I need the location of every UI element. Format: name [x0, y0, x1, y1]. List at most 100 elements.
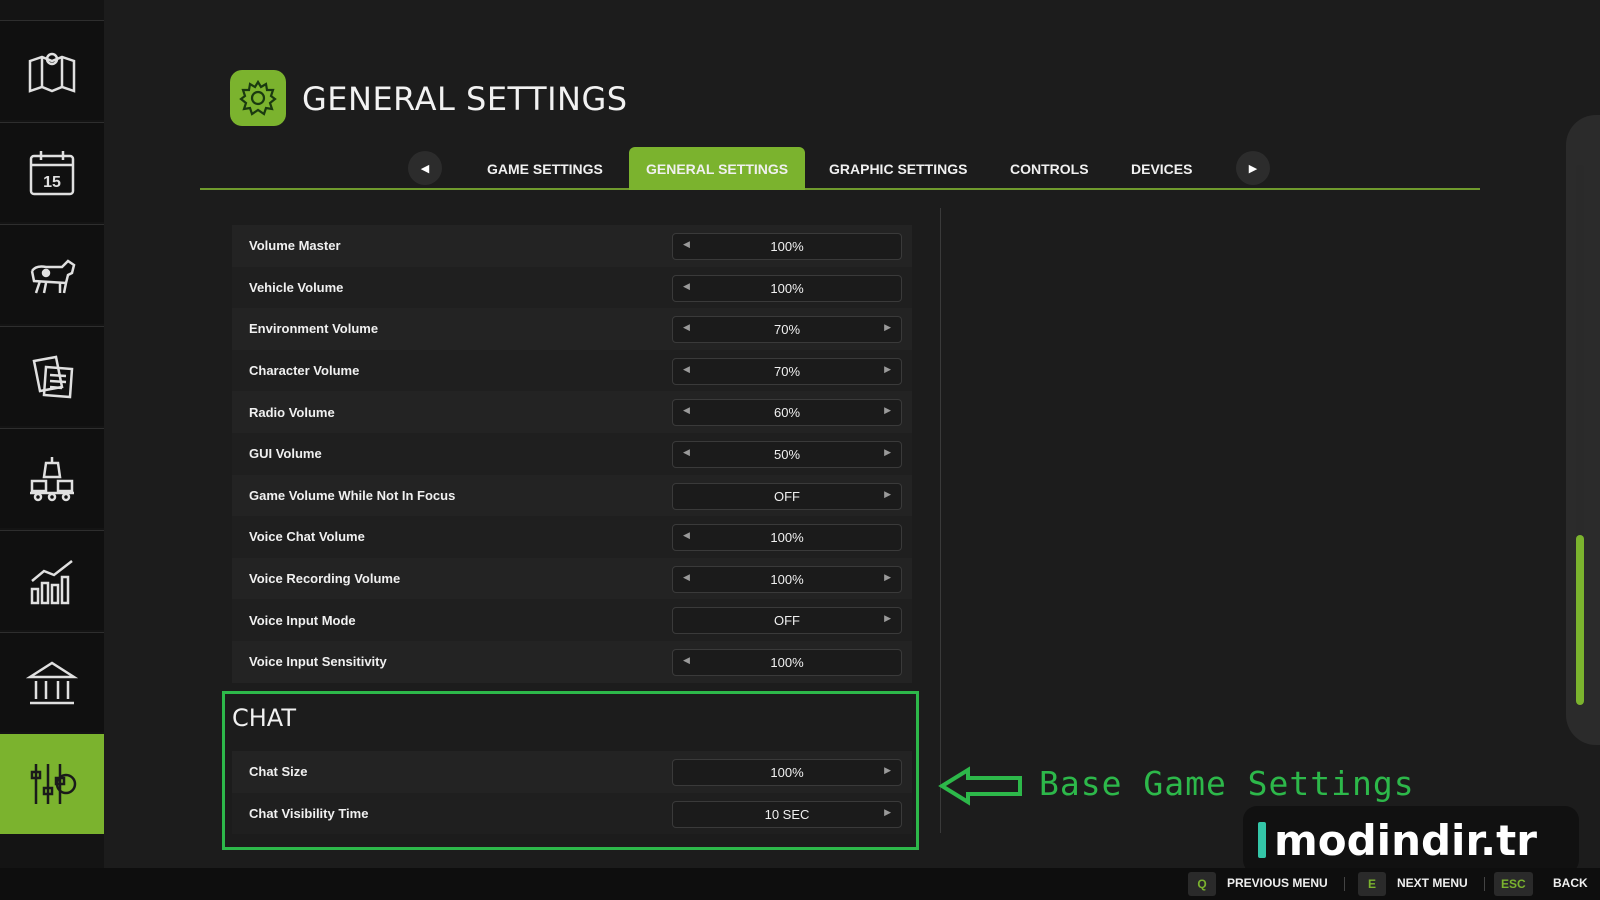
sidebar-item-statistics[interactable] [0, 530, 104, 630]
setting-label: Game Volume While Not In Focus [249, 487, 456, 503]
tab-controls[interactable]: CONTROLS [993, 148, 1106, 190]
contracts-icon [32, 355, 74, 398]
sidebar-item-map[interactable] [0, 20, 104, 120]
svg-text:15: 15 [43, 174, 61, 191]
arrow-left-icon[interactable]: ◀ [683, 239, 690, 250]
statistics-icon [30, 559, 73, 604]
watermark-text: modindir.tr [1274, 815, 1537, 865]
setting-selector[interactable]: OFF ▶ [672, 607, 902, 635]
setting-label: Vehicle Volume [249, 279, 344, 295]
setting-value: 60% [773, 405, 801, 421]
setting-value: 100% [770, 571, 804, 587]
key-hint-q: Q [1188, 872, 1216, 896]
arrow-right-icon[interactable]: ▶ [884, 364, 891, 375]
annotation-highlight-box [222, 691, 919, 850]
setting-selector[interactable]: ◀ 60% ▶ [672, 399, 902, 427]
setting-label: Voice Recording Volume [249, 571, 401, 587]
back-button[interactable]: BACK [1553, 876, 1588, 890]
tab-devices[interactable]: DEVICES [1114, 148, 1209, 190]
setting-row: Volume Master ◀ 100% [232, 225, 912, 267]
arrow-left-icon[interactable]: ◀ [683, 530, 690, 541]
setting-selector[interactable]: ◀ 50% ▶ [672, 440, 902, 468]
setting-label: GUI Volume [249, 446, 322, 462]
annotation-arrow-icon [938, 766, 1022, 806]
setting-selector[interactable]: ◀ 70% ▶ [672, 357, 902, 385]
triangle-left-icon: ◀ [420, 162, 430, 175]
tab-graphic-settings[interactable]: GRAPHIC SETTINGS [812, 148, 984, 190]
arrow-left-icon[interactable]: ◀ [683, 655, 690, 666]
setting-value: 50% [773, 446, 801, 462]
setting-selector[interactable]: ◀ 70% ▶ [672, 316, 902, 344]
tab-game-settings[interactable]: GAME SETTINGS [470, 148, 620, 190]
setting-selector[interactable]: OFF ▶ [672, 482, 902, 510]
page-title: GENERAL SETTINGS [302, 80, 628, 118]
setting-row: Radio Volume ◀ 60% ▶ [232, 391, 912, 433]
tab-next-button[interactable]: ▶ [1236, 151, 1270, 185]
header-gear-badge [230, 70, 286, 126]
setting-label: Voice Chat Volume [249, 529, 365, 545]
arrow-left-icon[interactable]: ◀ [683, 447, 690, 458]
sidebar-item-production[interactable] [0, 428, 104, 528]
setting-label: Radio Volume [249, 404, 335, 420]
sidebar-item-calendar[interactable]: 15 [0, 122, 104, 222]
key-hint-e: E [1358, 872, 1386, 896]
watermark: modindir.tr [1243, 806, 1579, 874]
arrow-left-icon[interactable]: ◀ [683, 364, 690, 375]
sidebar: 15 [0, 0, 111, 868]
arrow-left-icon[interactable]: ◀ [683, 572, 690, 583]
setting-row: Vehicle Volume ◀ 100% [232, 266, 912, 309]
previous-menu-button[interactable]: PREVIOUS MENU [1227, 876, 1328, 890]
setting-value: OFF [774, 488, 800, 504]
scrollbar-thumb[interactable] [1576, 535, 1584, 705]
arrow-left-icon[interactable]: ◀ [683, 322, 690, 333]
setting-value: 70% [773, 363, 801, 379]
arrow-left-icon[interactable]: ◀ [683, 405, 690, 416]
sidebar-item-finance[interactable] [0, 632, 104, 732]
setting-value: 100% [770, 530, 804, 546]
footer-bar: Q PREVIOUS MENU E NEXT MENU ESC BACK [0, 868, 1600, 900]
scrollbar[interactable] [1576, 165, 1584, 705]
setting-value: 100% [770, 280, 804, 296]
arrow-right-icon[interactable]: ▶ [884, 447, 891, 458]
tab-general-settings[interactable]: GENERAL SETTINGS [629, 147, 806, 190]
arrow-left-icon[interactable]: ◀ [683, 281, 690, 292]
gear-icon [239, 79, 277, 116]
map-icon [28, 52, 76, 93]
setting-label: Environment Volume [249, 321, 379, 337]
sidebar-item-settings[interactable] [0, 734, 111, 834]
arrow-right-icon[interactable]: ▶ [884, 322, 891, 333]
setting-selector[interactable]: ◀ 100% [672, 233, 902, 260]
setting-label: Voice Input Sensitivity [249, 654, 387, 670]
cow-icon [30, 258, 76, 293]
setting-row: Voice Recording Volume ◀ 100% ▶ [232, 557, 912, 600]
setting-value: 70% [773, 322, 801, 338]
arrow-right-icon[interactable]: ▶ [884, 405, 891, 416]
arrow-right-icon[interactable]: ▶ [884, 572, 891, 583]
production-icon [30, 456, 74, 501]
triangle-right-icon: ▶ [1248, 162, 1258, 175]
footer-separator [1344, 877, 1345, 891]
footer-separator [1484, 877, 1485, 891]
tab-prev-button[interactable]: ◀ [408, 151, 442, 185]
calendar-icon: 15 [29, 150, 75, 195]
setting-value: 100% [770, 654, 804, 670]
arrow-right-icon[interactable]: ▶ [884, 489, 891, 500]
setting-label: Character Volume [249, 363, 360, 379]
watermark-bar [1258, 822, 1266, 858]
tab-bar: ◀ GAME SETTINGS GENERAL SETTINGS GRAPHIC… [200, 144, 1480, 190]
arrow-right-icon[interactable]: ▶ [884, 613, 891, 624]
audio-settings-list: Volume Master ◀ 100% Vehicle Volume ◀ 100%… [232, 225, 912, 683]
setting-selector[interactable]: ◀ 100% [672, 648, 902, 676]
setting-selector[interactable]: ◀ 100% ▶ [672, 565, 902, 593]
sidebar-item-contracts[interactable] [0, 326, 104, 426]
setting-value: OFF [774, 613, 800, 629]
setting-selector[interactable]: ◀ 100% [672, 274, 902, 302]
panel-divider [940, 208, 941, 833]
setting-row: Environment Volume ◀ 70% ▶ [232, 308, 912, 350]
setting-value: 100% [770, 239, 804, 254]
next-menu-button[interactable]: NEXT MENU [1397, 876, 1468, 890]
setting-selector[interactable]: ◀ 100% [672, 524, 902, 552]
setting-row: Game Volume While Not In Focus OFF ▶ [232, 474, 912, 517]
sidebar-item-animals[interactable] [0, 224, 104, 324]
key-hint-esc: ESC [1494, 872, 1533, 896]
